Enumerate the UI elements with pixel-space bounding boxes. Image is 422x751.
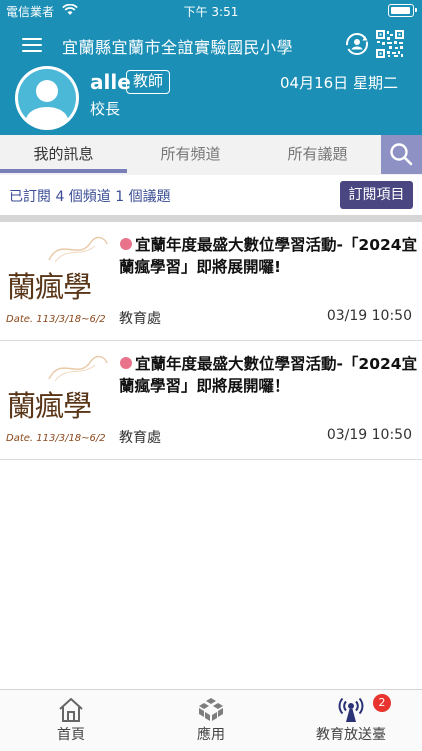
user-title: 校長 — [90, 100, 121, 118]
nav-home[interactable]: 首頁 — [1, 690, 141, 751]
clock: 下午 3:51 — [183, 5, 239, 19]
nav-apps-label: 應用 — [197, 727, 225, 743]
nav-broadcast-label: 教育放送臺 — [316, 727, 386, 743]
status-bar: 電信業者 下午 3:51 — [0, 0, 422, 20]
app-header: 宜蘭縣宜蘭市全誼實驗國民小學 alle 教師 校長 04月16日 星期二 — [0, 20, 422, 135]
school-name: 宜蘭縣宜蘭市全誼實驗國民小學 — [62, 38, 294, 57]
broadcast-icon — [338, 697, 364, 722]
news-title: 宜蘭年度最盛大數位學習活動-「2024宜蘭瘋學習」即將展開囉! — [119, 236, 418, 276]
thumbnail-title: 蘭瘋學 — [7, 270, 92, 304]
nav-apps[interactable]: 應用 — [141, 690, 281, 751]
current-date: 04月16日 星期二 — [280, 74, 398, 92]
active-tab-indicator — [0, 169, 127, 173]
account-switch-icon[interactable] — [344, 31, 370, 57]
qr-code-icon[interactable] — [376, 30, 404, 58]
user-avatar-icon — [18, 69, 76, 128]
menu-icon[interactable] — [22, 36, 44, 54]
item-separator — [0, 459, 422, 460]
role-badge: 教師 — [126, 70, 171, 94]
apps-icon — [199, 698, 223, 721]
swirl-decoration — [48, 355, 108, 382]
battery-cap — [415, 8, 417, 12]
news-thumbnail: 蘭瘋學 Date. 113/3/18~6/2 — [5, 349, 113, 459]
notification-badge: 2 — [373, 694, 391, 712]
thumbnail-title: 蘭瘋學 — [7, 389, 92, 423]
home-icon — [59, 698, 83, 722]
list-item[interactable]: 蘭瘋學 Date. 113/3/18~6/2 宜蘭年度最盛大數位學習活動-「20… — [0, 222, 422, 340]
search-button[interactable] — [381, 135, 422, 174]
search-icon — [390, 143, 413, 166]
battery-icon — [388, 4, 414, 17]
section-divider — [0, 215, 422, 222]
news-title: 宜蘭年度最盛大數位學習活動-「2024宜蘭瘋學習」即將展開囉！ — [119, 355, 418, 395]
swirl-decoration — [48, 236, 108, 263]
subscription-button[interactable]: 訂閱項目 — [340, 181, 413, 209]
nav-broadcast[interactable]: 教育放送臺 — [281, 690, 421, 751]
subscription-summary: 已訂閱 4 個頻道 1 個議題 — [9, 189, 171, 205]
avatar[interactable] — [15, 66, 79, 130]
news-source: 教育處 — [119, 311, 161, 327]
news-timestamp: 03/19 10:50 — [326, 427, 412, 443]
news-timestamp: 03/19 10:50 — [326, 308, 412, 324]
thumbnail-date: Date. 113/3/18~6/2 — [6, 314, 106, 325]
news-source: 教育處 — [119, 430, 161, 446]
news-thumbnail: 蘭瘋學 Date. 113/3/18~6/2 — [5, 230, 113, 340]
thumbnail-date: Date. 113/3/18~6/2 — [6, 433, 106, 444]
user-name: alle — [90, 70, 131, 94]
tab-all-channels[interactable]: 所有頻道 — [127, 135, 254, 175]
bottom-nav: 首頁 應用 教育放送臺 — [0, 689, 422, 751]
tab-all-topics[interactable]: 所有議題 — [254, 135, 381, 175]
list-item[interactable]: 蘭瘋學 Date. 113/3/18~6/2 宜蘭年度最盛大數位學習活動-「20… — [0, 341, 422, 459]
nav-home-label: 首頁 — [57, 727, 85, 743]
